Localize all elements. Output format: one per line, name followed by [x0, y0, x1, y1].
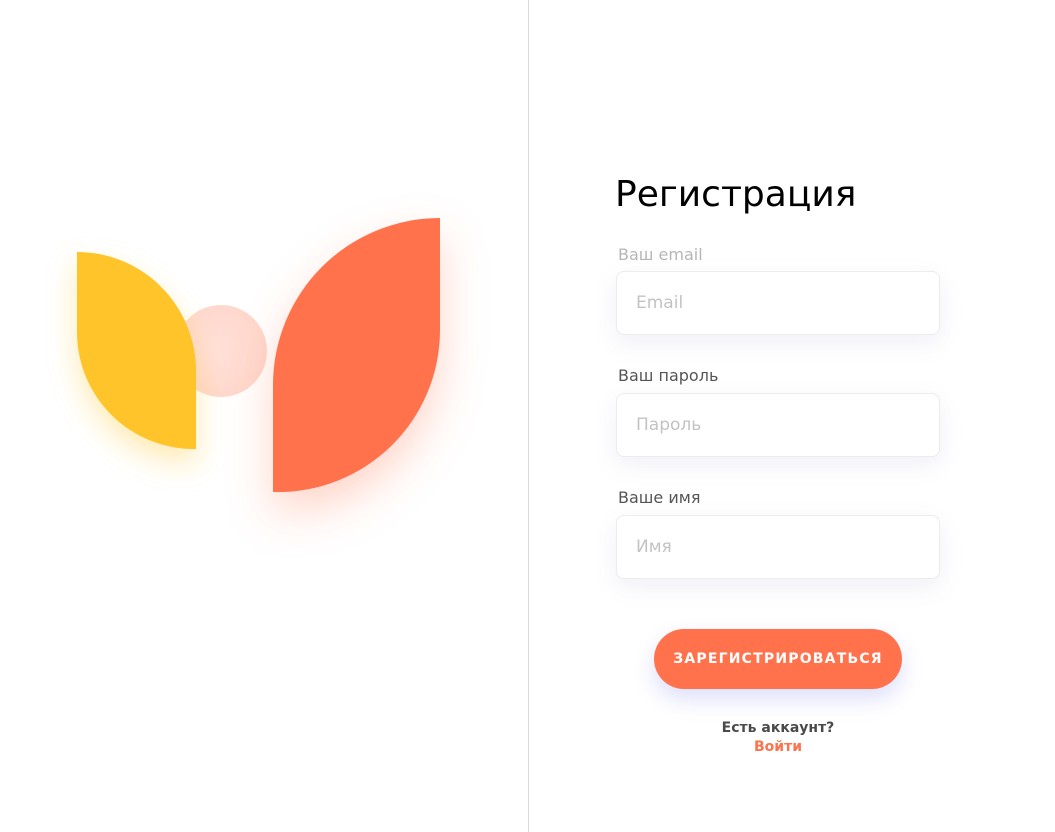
vertical-divider	[528, 0, 529, 832]
brand-logo	[0, 0, 528, 832]
have-account-text: Есть аккаунт?	[721, 720, 835, 736]
email-label: Ваш email	[618, 245, 703, 264]
password-field[interactable]	[616, 393, 940, 457]
login-link[interactable]: Войти	[616, 738, 940, 756]
leaves-logo-icon	[77, 218, 440, 493]
registration-page: Регистрация Ваш email Ваш пароль Ваше им…	[0, 0, 1055, 832]
page-title: Регистрация	[615, 174, 857, 215]
logo-yellow-leaf	[77, 252, 196, 450]
logo-orange-leaf	[273, 218, 440, 493]
register-button[interactable]: ЗАРЕГИСТРИРОВАТЬСЯ	[654, 629, 902, 689]
email-field[interactable]	[616, 271, 940, 335]
name-label: Ваше имя	[618, 488, 701, 507]
name-field[interactable]	[616, 515, 940, 579]
password-label: Ваш пароль	[618, 366, 719, 385]
